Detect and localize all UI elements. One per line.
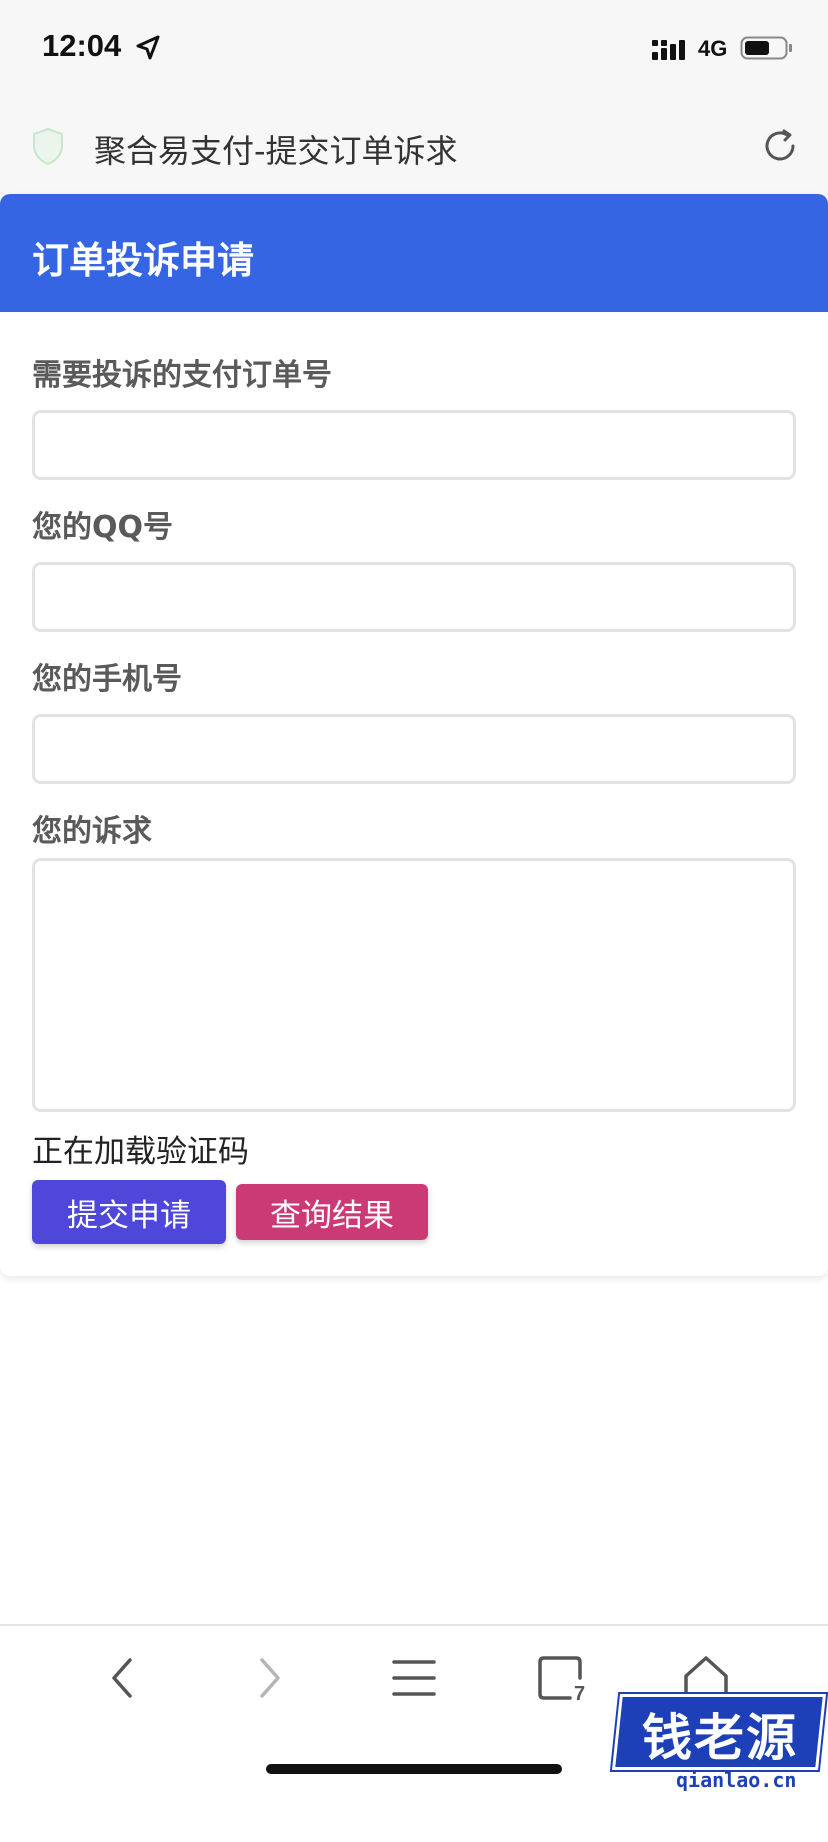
watermark-logo: 钱老源码 qianlao.cn [606, 1686, 828, 1839]
location-arrow-icon [136, 35, 160, 60]
tabs-icon[interactable]: 7 [532, 1650, 588, 1706]
forward-icon[interactable] [240, 1650, 296, 1706]
complaint-card: 订单投诉申请 需要投诉的支付订单号 您的QQ号 您的手机号 您的诉求 正在加载验… [0, 194, 828, 1276]
menu-icon[interactable] [386, 1650, 442, 1706]
home-indicator [266, 1764, 562, 1774]
page-title: 聚合易支付-提交订单诉求 [94, 132, 458, 170]
battery-icon [740, 36, 792, 60]
phone-input[interactable] [32, 714, 796, 784]
status-time: 12:04 [42, 28, 122, 63]
query-result-button[interactable]: 查询结果 [236, 1184, 428, 1240]
network-type: 4G [698, 36, 728, 61]
tabs-count: 7 [574, 1683, 585, 1705]
qq-label: 您的QQ号 [32, 510, 174, 545]
qq-input[interactable] [32, 562, 796, 632]
signal-icon [652, 40, 685, 60]
order-number-input[interactable] [32, 410, 796, 480]
request-label: 您的诉求 [32, 814, 152, 849]
card-title: 订单投诉申请 [32, 239, 254, 282]
watermark-domain: qianlao.cn [676, 1768, 797, 1792]
submit-button[interactable]: 提交申请 [32, 1180, 226, 1244]
reload-icon[interactable] [760, 126, 800, 166]
card-header: 订单投诉申请 [0, 194, 828, 312]
phone-label: 您的手机号 [32, 662, 182, 697]
back-icon[interactable] [96, 1650, 152, 1706]
shield-icon [33, 127, 63, 166]
request-textarea[interactable] [32, 858, 796, 1112]
order-number-label: 需要投诉的支付订单号 [32, 358, 332, 393]
captcha-status: 正在加载验证码 [32, 1134, 249, 1170]
